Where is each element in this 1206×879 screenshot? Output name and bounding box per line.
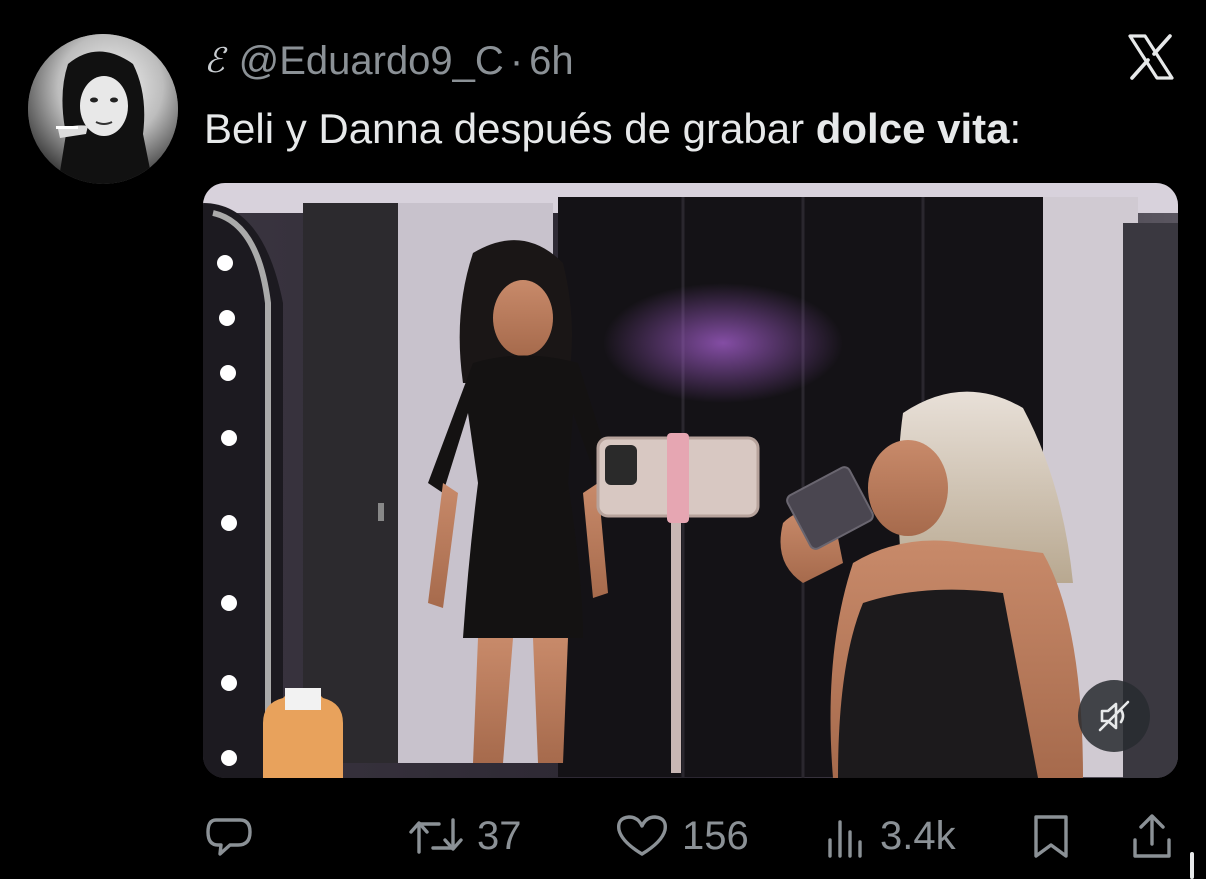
tweet-text-plain: Beli y Danna después de grabar: [204, 105, 816, 152]
scrollbar[interactable]: [1190, 852, 1194, 879]
speaker-muted-icon: [1098, 700, 1130, 732]
reply-icon: [206, 818, 252, 856]
tweet-text-bold: dolce vita: [815, 105, 1010, 152]
x-logo-icon[interactable]: [1126, 32, 1176, 82]
retweet-count: 37: [477, 813, 522, 858]
heart-icon: [617, 815, 667, 856]
analytics-icon: [828, 820, 862, 858]
author-name[interactable]: ℰ: [204, 41, 225, 81]
like-button[interactable]: 156: [614, 808, 749, 864]
avatar[interactable]: [28, 34, 178, 184]
retweet-button[interactable]: 37: [407, 808, 522, 864]
like-count: 156: [682, 813, 749, 858]
reply-button[interactable]: [204, 808, 266, 864]
tweet-header: ℰ @Eduardo9_C · 6h: [204, 36, 574, 86]
tweet-text-end: :: [1009, 105, 1022, 152]
avatar-image: [28, 34, 178, 184]
video-player[interactable]: [203, 183, 1178, 778]
action-bar: 37 156 3.4k: [204, 808, 1178, 864]
tweet-text: Beli y Danna después de grabar dolce vit…: [204, 100, 1021, 158]
bookmark-button[interactable]: [1030, 808, 1072, 864]
share-button[interactable]: [1130, 808, 1174, 864]
video-frame: [203, 183, 1178, 778]
views-button[interactable]: 3.4k: [824, 808, 956, 864]
retweet-icon: [409, 818, 463, 854]
mute-button[interactable]: [1078, 680, 1150, 752]
header-separator: ·: [509, 38, 524, 83]
author-handle[interactable]: @Eduardo9_C: [239, 39, 504, 84]
share-icon: [1133, 814, 1171, 858]
timestamp[interactable]: 6h: [529, 39, 574, 84]
bookmark-icon: [1034, 815, 1068, 858]
views-count: 3.4k: [880, 813, 956, 858]
